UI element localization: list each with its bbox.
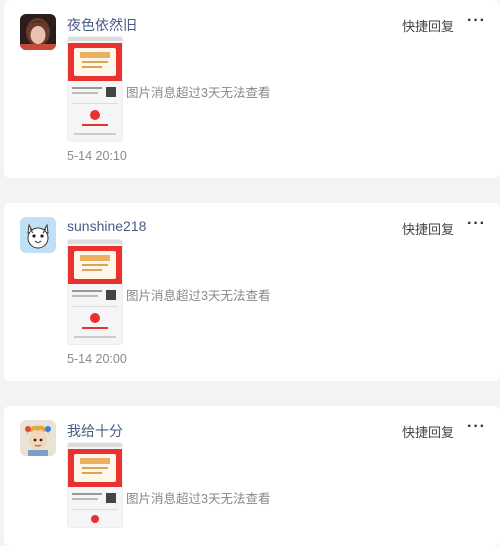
message-card: 我给十分 快捷回复 ··· 图片消息超过3天无法查看 (4, 406, 500, 546)
certificate-image-icon (68, 443, 122, 527)
message-card: sunshine218 快捷回复 ··· 图片消息超过3天无法查看 5-14 2… (4, 203, 500, 381)
user-nickname[interactable]: 我给十分 (67, 421, 123, 441)
image-expired-notice: 图片消息超过3天无法查看 (126, 86, 271, 100)
user-nickname[interactable]: sunshine218 (67, 218, 146, 234)
expired-image-thumbnail[interactable] (67, 442, 123, 528)
cartoon-character-avatar-icon (20, 420, 56, 456)
user-avatar[interactable] (20, 14, 56, 50)
image-expired-notice: 图片消息超过3天无法查看 (126, 289, 271, 303)
user-avatar[interactable] (20, 420, 56, 456)
more-options-icon[interactable]: ··· (467, 12, 486, 30)
message-card: 夜色依然旧 快捷回复 ··· 图片消息超过3天无法查看 5-14 20:10 (4, 0, 500, 178)
user-nickname[interactable]: 夜色依然旧 (67, 15, 137, 35)
cartoon-cat-avatar-icon (20, 217, 56, 253)
certificate-image-icon (68, 240, 122, 344)
quick-reply-button[interactable]: 快捷回复 (402, 16, 454, 35)
expired-image-thumbnail[interactable] (67, 36, 123, 142)
expired-image-thumbnail[interactable] (67, 239, 123, 345)
user-avatar[interactable] (20, 217, 56, 253)
message-feed: 夜色依然旧 快捷回复 ··· 图片消息超过3天无法查看 5-14 20:10 s… (0, 0, 500, 546)
message-timestamp: 5-14 20:00 (67, 352, 127, 366)
more-options-icon[interactable]: ··· (467, 418, 486, 436)
certificate-image-icon (68, 37, 122, 141)
image-expired-notice: 图片消息超过3天无法查看 (126, 492, 271, 506)
user-photo-avatar-icon (20, 14, 56, 50)
message-timestamp: 5-14 20:10 (67, 149, 127, 163)
quick-reply-button[interactable]: 快捷回复 (402, 422, 454, 441)
quick-reply-button[interactable]: 快捷回复 (402, 219, 454, 238)
more-options-icon[interactable]: ··· (467, 215, 486, 233)
